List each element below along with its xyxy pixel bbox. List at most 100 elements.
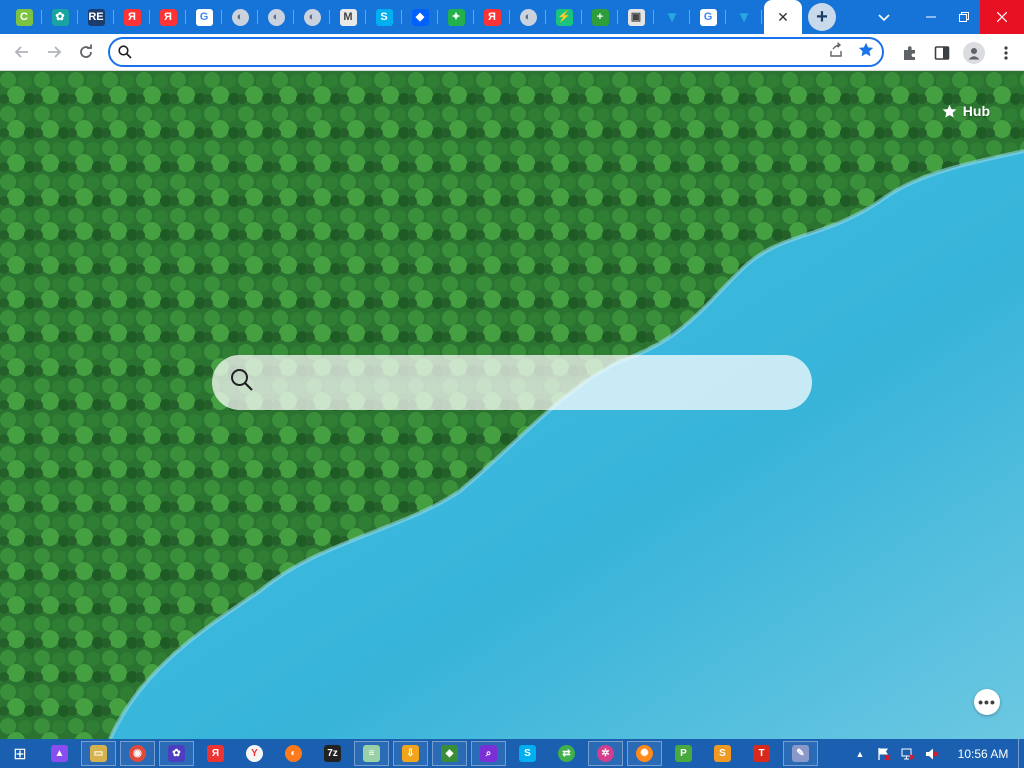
taskbar-app[interactable]: ✎ — [781, 739, 820, 768]
browser-tab[interactable]: RE — [78, 0, 114, 34]
search-icon — [110, 45, 140, 59]
new-tab-button[interactable]: + — [808, 3, 836, 31]
7zip-icon: 7z — [324, 745, 341, 762]
re-icon: RE — [87, 8, 105, 26]
profile-avatar-icon[interactable] — [962, 41, 986, 65]
taskbar-app[interactable]: Y — [235, 739, 274, 768]
yandex-icon: Я — [159, 8, 177, 26]
taskbar-app[interactable]: ⇄ — [547, 739, 586, 768]
browser-tab[interactable]: G — [186, 0, 222, 34]
tab-search-chevron-icon[interactable] — [868, 10, 900, 25]
browser-tab[interactable]: Я — [474, 0, 510, 34]
browser-tab[interactable]: G — [690, 0, 726, 34]
toolbar-actions — [898, 34, 1018, 71]
active-tab[interactable]: ✕ — [764, 0, 802, 34]
taskbar-app[interactable]: T — [742, 739, 781, 768]
browser-tab[interactable]: ◐ — [510, 0, 546, 34]
taskbar-clock[interactable]: 10:56 AM — [948, 747, 1018, 761]
globe-icon: ◐ — [231, 8, 249, 26]
firefox-icon: ◐ — [285, 745, 302, 762]
page-search-box[interactable] — [212, 355, 812, 410]
s-app-icon: S — [714, 745, 731, 762]
address-input[interactable] — [140, 40, 828, 64]
more-options-button[interactable]: ••• — [974, 689, 1000, 715]
browser-tab[interactable]: ◐ — [294, 0, 330, 34]
tray-overflow-chevron-icon[interactable]: ▲ — [848, 739, 872, 768]
forward-button[interactable] — [38, 36, 70, 68]
network-icon[interactable] — [896, 739, 920, 768]
close-tab-icon[interactable]: ✕ — [777, 9, 789, 26]
taskbar-app[interactable]: ✲ — [586, 739, 625, 768]
browser-tab[interactable]: Я — [150, 0, 186, 34]
taskbar-app[interactable]: S — [703, 739, 742, 768]
restore-button[interactable] — [947, 0, 980, 34]
t-app-icon: T — [753, 745, 770, 762]
taskbar-app[interactable]: ◆ — [430, 739, 469, 768]
new-tab-page: Hub ••• — [0, 71, 1024, 739]
taskbar-app[interactable]: ▭ — [79, 739, 118, 768]
chrome-icon: ◉ — [129, 745, 146, 762]
taskbar-app[interactable]: ≡ — [352, 739, 391, 768]
menu-kebab-icon[interactable] — [994, 41, 1018, 65]
taskbar-app[interactable]: ⇩ — [391, 739, 430, 768]
start-button[interactable]: ⊞ — [0, 739, 40, 768]
browser-tab[interactable]: ✿ — [42, 0, 78, 34]
star-icon — [942, 104, 957, 117]
minimize-button[interactable] — [914, 0, 947, 34]
system-tray: ▲ 10:56 AM — [848, 739, 1024, 768]
action-center-flag-icon[interactable] — [872, 739, 896, 768]
browser-tab[interactable]: ▼ — [654, 0, 690, 34]
taskbar-app[interactable]: S — [508, 739, 547, 768]
taskbar-app[interactable]: ◉ — [118, 739, 157, 768]
taskbar-app[interactable]: ✺ — [625, 739, 664, 768]
reload-button[interactable] — [70, 36, 102, 68]
taskbar-app[interactable]: P — [664, 739, 703, 768]
bookmark-star-icon[interactable] — [858, 42, 874, 63]
search-icon — [230, 368, 254, 397]
browser-tab[interactable]: + — [582, 0, 618, 34]
browser-tab[interactable]: ⚡ — [546, 0, 582, 34]
p-app-icon: P — [675, 745, 692, 762]
hub-link[interactable]: Hub — [942, 103, 990, 119]
browser-tab[interactable]: C — [6, 0, 42, 34]
browser-tab[interactable]: ◆ — [402, 0, 438, 34]
address-bar[interactable] — [108, 37, 884, 67]
google-icon: G — [195, 8, 213, 26]
m-icon: M — [339, 8, 357, 26]
green-c-icon: C — [15, 8, 33, 26]
browser-tab[interactable]: Я — [114, 0, 150, 34]
close-window-button[interactable] — [980, 0, 1024, 34]
side-panel-icon[interactable] — [930, 41, 954, 65]
page-search-input[interactable] — [266, 372, 812, 393]
back-button[interactable] — [6, 36, 38, 68]
taskbar-app[interactable]: 7z — [313, 739, 352, 768]
browser-tab[interactable]: ✦ — [438, 0, 474, 34]
notepad-icon: ≡ — [363, 745, 380, 762]
yandex-icon: Я — [207, 745, 224, 762]
volume-muted-icon[interactable] — [920, 739, 944, 768]
plus-circle-icon: + — [591, 8, 609, 26]
taskbar-app[interactable]: Я — [196, 739, 235, 768]
taskbar-app[interactable]: ✿ — [157, 739, 196, 768]
taskbar-app[interactable]: ⌕ — [469, 739, 508, 768]
settings-icon: ✿ — [168, 745, 185, 762]
browser-toolbar — [0, 34, 1024, 71]
taskbar-app[interactable]: ▲ — [40, 739, 79, 768]
taskbar-app[interactable]: ◐ — [274, 739, 313, 768]
tab-strip: C ✿ RE Я Я G ◐ ◐ ◐ M S ◆ ✦ Я ◐ ⚡ + ▣ ▼ G ▼ ✕ + — [0, 0, 1024, 34]
windows-start-icon: ⊞ — [13, 745, 27, 763]
file-explorer-icon: ▭ — [90, 745, 107, 762]
extensions-puzzle-icon[interactable] — [898, 41, 922, 65]
browser-tab[interactable]: ◐ — [258, 0, 294, 34]
yandex-browser-icon: Y — [246, 745, 263, 762]
share-icon[interactable] — [828, 41, 844, 63]
browser-tab[interactable]: S — [366, 0, 402, 34]
screen-icon: ▣ — [627, 8, 645, 26]
browser-tab[interactable]: ▣ — [618, 0, 654, 34]
browser-tab[interactable]: M — [330, 0, 366, 34]
globe-icon: ◐ — [519, 8, 537, 26]
browser-tab[interactable]: ◐ — [222, 0, 258, 34]
green-star-icon: ✦ — [447, 8, 465, 26]
browser-tab[interactable]: ▼ — [726, 0, 762, 34]
show-desktop-button[interactable] — [1018, 739, 1024, 768]
